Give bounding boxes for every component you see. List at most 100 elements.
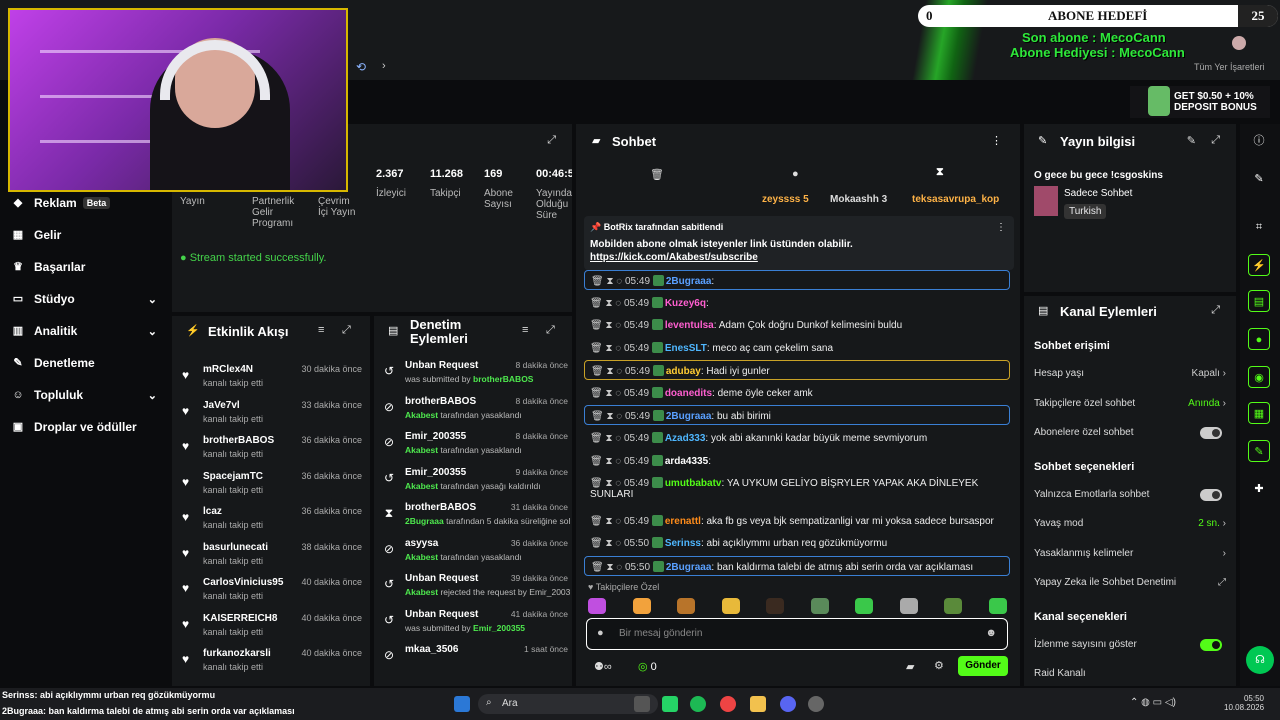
hourglass-icon[interactable]: ⧗ [936, 166, 944, 179]
sidebar-item-drops[interactable]: ▣ Droplar ve ödüller [12, 418, 157, 436]
msg-actions[interactable]: 🗑 ⧗ ◌ [590, 320, 624, 331]
bookmarks-link[interactable]: Tüm Yer İşaretleri [1194, 62, 1265, 72]
msg-actions[interactable]: 🗑 ⧗ ◌ [591, 562, 625, 573]
send-button[interactable]: Gönder [958, 656, 1008, 676]
msg-actions[interactable]: 🗑 ⧗ ◌ [590, 298, 624, 309]
broadcast-icon[interactable]: ◉ [1248, 366, 1270, 388]
row-ai-moderation[interactable]: Yapay Zeka ile Sohbet Denetimi ⤢ [1034, 577, 1226, 593]
trash-icon[interactable]: 🗑 [650, 168, 664, 181]
popout-icon[interactable]: ⤢ [342, 324, 351, 337]
chat-bubble-icon[interactable]: ▰ [906, 660, 914, 673]
lightning-icon[interactable]: ⚡ [1248, 254, 1270, 276]
msg-user[interactable]: umutbabatv [665, 478, 722, 489]
chat-message[interactable]: 🗑 ⧗ ◌ 05:49 doanedits: deme öyle ceker a… [584, 383, 1010, 403]
msg-actions[interactable]: 🗑 ⧗ ◌ [590, 343, 624, 354]
chat-message[interactable]: 🗑 ⧗ ◌ 05:49 EnesSLT: meco aç cam çekelim… [584, 338, 1010, 358]
filter-icon[interactable]: ≡ [522, 324, 528, 336]
emote[interactable] [810, 598, 829, 614]
msg-actions[interactable]: 🗑 ⧗ ◌ [591, 366, 625, 377]
popout-icon[interactable]: ⤢ [546, 324, 555, 337]
sidebar-item-ads[interactable]: ◆ Reklam Beta [12, 194, 157, 212]
mod-item[interactable]: ⊘ mkaa_3506 1 saat önce [382, 642, 568, 676]
feed-item[interactable]: ♥ lcaz kanalı takip etti 36 dakika önce [182, 504, 362, 536]
emote[interactable] [677, 598, 695, 614]
msg-actions[interactable]: 🗑 ⧗ ◌ [591, 411, 625, 422]
clock[interactable]: 05:50 10.08.2026 [1224, 694, 1264, 712]
feed-item[interactable]: ♥ basurlunecati kanalı takip etti 38 dakika… [182, 540, 362, 572]
row-account-age[interactable]: Hesap yaşı Kapalı › [1034, 368, 1226, 384]
whatsapp-icon[interactable] [662, 696, 678, 712]
row-slow-mode[interactable]: Yavaş mod 2 sn. › [1034, 518, 1226, 534]
mod-item[interactable]: ↺ Unban Request was submitted by brotherBA… [382, 358, 568, 392]
msg-user[interactable]: Kuzey6q [665, 298, 706, 309]
popout-icon[interactable]: ⤢ [1211, 134, 1220, 147]
feed-item[interactable]: ♥ CarlosVinicius95 kanalı takip etti 40 dak… [182, 575, 362, 607]
more-icon[interactable]: ⋮ [991, 134, 1002, 147]
mod-item[interactable]: ↺ Unban Request was submitted by Emir_2003… [382, 607, 568, 641]
sidebar-item-achievements[interactable]: ♛ Başarılar [12, 258, 157, 276]
row-subs-only[interactable]: Abonelere özel sohbet [1034, 427, 1226, 443]
feed-item[interactable]: ♥ mRClex4N kanalı takip etti 30 dakika önce [182, 362, 362, 394]
chevron-right-icon[interactable]: › [382, 60, 386, 72]
sidebar-item-studio[interactable]: ▭ Stüdyo ⌄ [12, 290, 157, 308]
mod-item[interactable]: ↺ Emir_200355 Akabest tarafından yasağı ka… [382, 465, 568, 499]
sidebar-item-revenue[interactable]: ▦ Gelir [12, 226, 157, 244]
pin-link[interactable]: https://kick.com/Akabest/subscribe [590, 252, 1008, 263]
msg-actions[interactable]: 🗑 ⧗ ◌ [590, 456, 624, 467]
feed-item[interactable]: ♥ JaVe7vl kanalı takip etti 33 dakika önce [182, 398, 362, 430]
list-icon[interactable]: ▦ [1248, 402, 1270, 424]
chat-message[interactable]: 🗑 ⧗ ◌ 05:49 2Bugraaa: bu abi birimi [584, 405, 1010, 425]
edit-icon[interactable]: ✎ [1187, 134, 1196, 147]
msg-user[interactable]: 2Bugraaa [666, 562, 712, 573]
windows-start-icon[interactable] [454, 696, 470, 712]
emote[interactable] [588, 598, 606, 614]
msg-actions[interactable]: 🗑 ⧗ ◌ [590, 433, 624, 444]
mod-item[interactable]: ⊘ brotherBABOS Akabest tarafından yasaklan… [382, 394, 568, 428]
sidebar-item-moderation[interactable]: ✎ Denetleme [12, 354, 157, 372]
row-show-viewcount[interactable]: İzlenme sayısını göster [1034, 639, 1226, 655]
msg-user[interactable]: erenattl [665, 516, 701, 527]
row-emote-only[interactable]: Yalnızca Emotlarla sohbet [1034, 489, 1226, 505]
feed-item[interactable]: ♥ furkanozkarsli kanalı takip etti 40 dakik… [182, 646, 362, 678]
msg-actions[interactable]: 🗑 ⧗ ◌ [591, 276, 625, 287]
msg-user[interactable]: Serinss [665, 538, 701, 549]
chat-message[interactable]: 🗑 ⧗ ◌ 05:49 leventulsa: Adam Çok doğru D… [584, 315, 1010, 335]
msg-user[interactable]: adubay [666, 366, 701, 377]
gear-icon[interactable]: ⚙ [934, 659, 944, 672]
emote[interactable] [632, 598, 651, 614]
chat-icon[interactable]: ● [1248, 328, 1270, 350]
chat-message[interactable]: 🗑 ⧗ ◌ 05:49 adubay: Hadi iyi gunler [584, 360, 1010, 380]
obs-icon[interactable] [808, 696, 824, 712]
folder-icon[interactable] [750, 696, 766, 712]
emote-only-toggle[interactable] [1200, 489, 1222, 501]
msg-user[interactable]: doanedits [665, 388, 712, 399]
info-icon[interactable]: ⓘ [1248, 130, 1270, 152]
emote[interactable] [944, 598, 962, 614]
msg-user[interactable]: Azad333 [665, 433, 706, 444]
ad-banner[interactable]: GET $0.50 + 10% DEPOSIT BONUS [1130, 86, 1270, 118]
popout-icon[interactable]: ⤢ [547, 134, 556, 147]
people-icon[interactable]: ⚉∞ [594, 660, 612, 673]
sidebar-item-community[interactable]: ☺ Topluluk ⌄ [12, 386, 157, 404]
mod-item[interactable]: ↺ Unban Request Akabest rejected the reque… [382, 571, 570, 605]
document-icon[interactable]: ▤ [1248, 290, 1270, 312]
taskbar-search[interactable]: Ara ⌕ [478, 694, 658, 714]
chat-message[interactable]: 🗑 ⧗ ◌ 05:49 umutbabatv: YA UYKUM GELİYO … [584, 473, 1010, 509]
emote[interactable] [899, 598, 918, 614]
mod-item[interactable]: ⊘ Emir_200355 Akabest tarafından yasakland… [382, 429, 568, 463]
viewcount-toggle[interactable] [1200, 639, 1222, 651]
emote[interactable] [721, 598, 740, 614]
filter-icon[interactable]: ≡ [318, 324, 324, 336]
unpin-icon[interactable]: ⋮ [996, 222, 1006, 233]
feed-item[interactable]: ♥ KAISERREICH8 kanalı takip etti 40 dakika … [182, 611, 362, 643]
feed-item[interactable]: ♥ brotherBABOS kanalı takip etti 36 dakika … [182, 433, 362, 465]
msg-user[interactable]: leventulsa [665, 320, 714, 331]
msg-actions[interactable]: 🗑 ⧗ ◌ [590, 478, 624, 489]
msg-actions[interactable]: 🗑 ⧗ ◌ [590, 538, 624, 549]
emote[interactable] [855, 598, 873, 614]
msg-actions[interactable]: 🗑 ⧗ ◌ [590, 388, 624, 399]
mod-item[interactable]: ⧗ brotherBABOS 2Bugraaa tarafından 5 dakik… [382, 500, 570, 534]
emote[interactable] [766, 598, 784, 614]
chat-input[interactable]: ● Bir mesaj gönderin ☻ [586, 618, 1008, 650]
category-name[interactable]: Sadece Sohbet [1064, 188, 1132, 199]
